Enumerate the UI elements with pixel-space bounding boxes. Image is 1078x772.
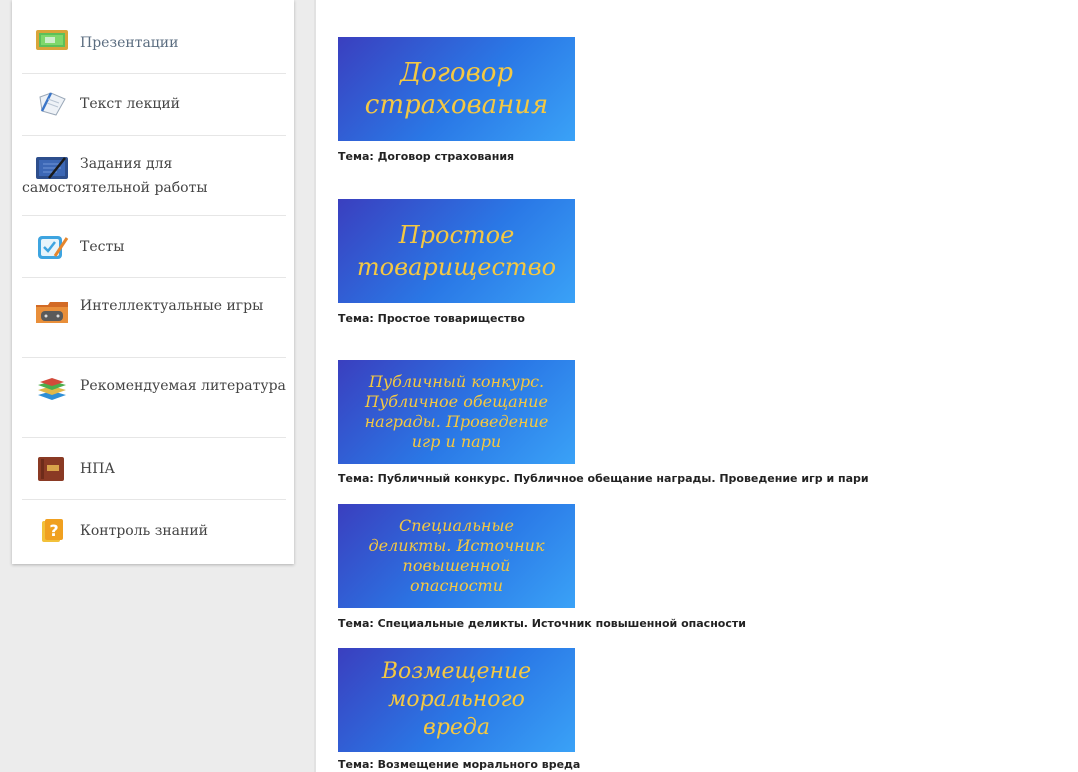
topic-cover-title: Специальные деликты. Источник повышенной… [368,516,545,595]
sidebar-menu: Презентации Текст лекций Задания для сам… [12,0,294,564]
sidebar-item-lectures[interactable]: Текст лекций [22,74,286,136]
topic-caption: Тема: Возмещение морального вреда [338,758,581,771]
topic-card-partnership[interactable]: Простое товарищество Тема: Простое товар… [338,199,575,331]
topic-card-public-contest[interactable]: Публичный конкурс. Публичное обещание на… [338,360,988,492]
sidebar-item-label: Интеллектуальные игры [80,298,264,314]
topic-cover-image: Специальные деликты. Источник повышенной… [338,504,575,608]
sidebar-item-label: Задания для самостоятельной работы [22,156,208,196]
sidebar-item-literature[interactable]: Рекомендуемая литература [22,358,286,438]
sidebar-item-knowledge-control[interactable]: ? Контроль знаний [22,500,286,562]
sidebar-item-label: Рекомендуемая литература [80,378,286,394]
topic-cover-image: Договор страхования [338,37,575,141]
sidebar-item-games[interactable]: Интеллектуальные игры [22,278,286,358]
content-divider [314,0,316,772]
topic-caption: Тема: Публичный конкурс. Публичное обеща… [338,472,869,485]
topic-cover-image: Публичный конкурс. Публичное обещание на… [338,360,575,464]
sidebar-item-tests[interactable]: Тесты [22,216,286,278]
topic-caption: Тема: Договор страхования [338,150,515,163]
topic-cover-image: Возмещение морального вреда [338,648,575,752]
topic-cover-title: Договор страхования [364,58,549,120]
sidebar-item-tasks[interactable]: Задания для самостоятельной работы [22,136,286,216]
sidebar-item-label: Текст лекций [80,96,181,112]
topic-cover-title: Публичный конкурс. Публичное обещание на… [364,372,549,451]
topic-caption: Тема: Специальные деликты. Источник повы… [338,617,746,630]
sidebar-item-label: НПА [80,461,116,477]
topic-cover-title: Простое товарищество [356,221,557,281]
topic-card-insurance[interactable]: Договор страхования Тема: Договор страхо… [338,37,575,169]
topic-card-special-torts[interactable]: Специальные деликты. Источник повышенной… [338,504,828,636]
topic-cover-image: Простое товарищество [338,199,575,303]
sidebar-item-label: Презентации [80,35,179,51]
topic-card-moral-damage[interactable]: Возмещение морального вреда Тема: Возмещ… [338,648,638,772]
sidebar-item-label: Тесты [80,239,125,255]
sidebar-item-presentations[interactable]: Презентации [22,18,286,74]
topic-cover-title: Возмещение морального вреда [381,659,532,740]
topic-caption: Тема: Простое товарищество [338,312,525,325]
sidebar-item-npa[interactable]: НПА [22,438,286,500]
sidebar-item-label: Контроль знаний [80,523,209,539]
